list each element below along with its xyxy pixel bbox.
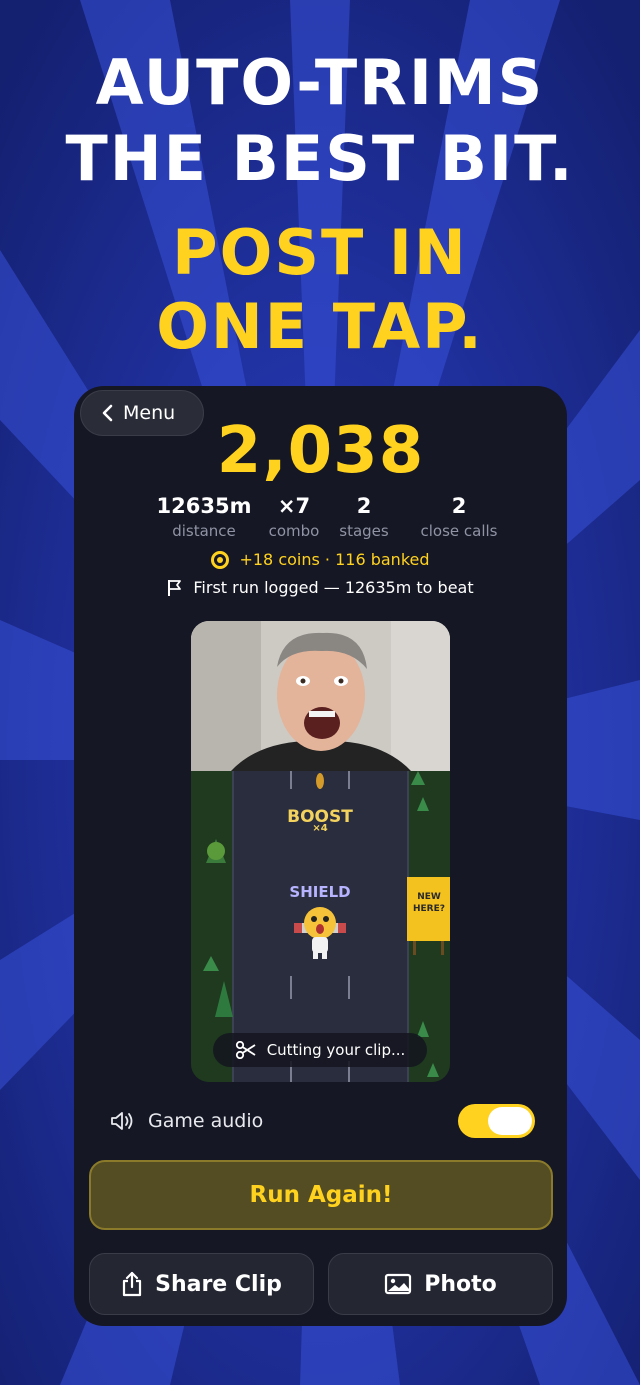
- share-icon: [123, 1271, 142, 1297]
- score: 2,038: [216, 414, 425, 488]
- game-audio-label: Game audio: [148, 1110, 264, 1132]
- headline-line-2: THE BEST BIT.: [65, 122, 575, 195]
- stat-stages: 2 stages: [324, 494, 404, 540]
- share-clip-label: Share Clip: [155, 1271, 282, 1297]
- player-selfie-image: [191, 621, 450, 771]
- headline-line-3: POST IN: [172, 216, 468, 289]
- stat-label: stages: [339, 522, 389, 540]
- sign-line-2: HERE?: [413, 904, 445, 914]
- cutting-clip-status: Cutting your clip...: [213, 1033, 427, 1067]
- shield-text: SHIELD: [289, 883, 350, 901]
- logged-text: First run logged — 12635m to beat: [193, 578, 474, 597]
- cutting-text: Cutting your clip...: [266, 1041, 406, 1059]
- coin-icon: [211, 550, 230, 569]
- sign-line-1: NEW: [417, 892, 441, 902]
- share-clip-button[interactable]: Share Clip: [89, 1253, 314, 1315]
- stat-value: 2: [356, 494, 372, 518]
- stat-combo: ×7 combo: [254, 494, 334, 540]
- coins-summary: +18 coins · 116 banked: [74, 550, 567, 569]
- stat-distance: 12635m distance: [144, 494, 264, 540]
- stat-close-calls: 2 close calls: [394, 494, 524, 540]
- run-stats: 12635m distance ×7 combo 2 stages 2 clos…: [144, 494, 524, 544]
- game-audio-toggle[interactable]: [458, 1104, 535, 1138]
- flag-icon: [168, 579, 182, 596]
- headline-line-1: AUTO-TRIMS: [95, 46, 545, 119]
- clip-preview[interactable]: NEW HERE? BOOST ×4 SHIELD Cutting your c…: [191, 621, 450, 1082]
- run-again-button[interactable]: Run Again!: [89, 1160, 553, 1230]
- stat-label: close calls: [420, 522, 498, 540]
- photo-label: Photo: [424, 1271, 497, 1297]
- photo-button[interactable]: Photo: [328, 1253, 553, 1315]
- toggle-knob: [488, 1107, 532, 1135]
- run-logged-note: First run logged — 12635m to beat: [74, 578, 567, 597]
- stat-label: combo: [268, 522, 320, 540]
- game-audio-row: Game audio: [110, 1104, 535, 1140]
- stat-value: ×7: [277, 494, 311, 518]
- stat-label: distance: [172, 522, 236, 540]
- stat-value: 12635m: [156, 494, 252, 518]
- stat-value: 2: [451, 494, 467, 518]
- boost-multiplier: ×4: [312, 823, 327, 834]
- coins-text: +18 coins · 116 banked: [239, 550, 430, 569]
- scissors-icon: [235, 1041, 256, 1059]
- speaker-icon: [111, 1112, 133, 1130]
- headline-line-4: ONE TAP.: [156, 290, 484, 363]
- game-audio-label-group: Game audio: [110, 1110, 263, 1132]
- phone-screen: Menu 2,038 12635m distance ×7 combo 2 st…: [74, 386, 567, 1326]
- photo-icon: [385, 1273, 412, 1295]
